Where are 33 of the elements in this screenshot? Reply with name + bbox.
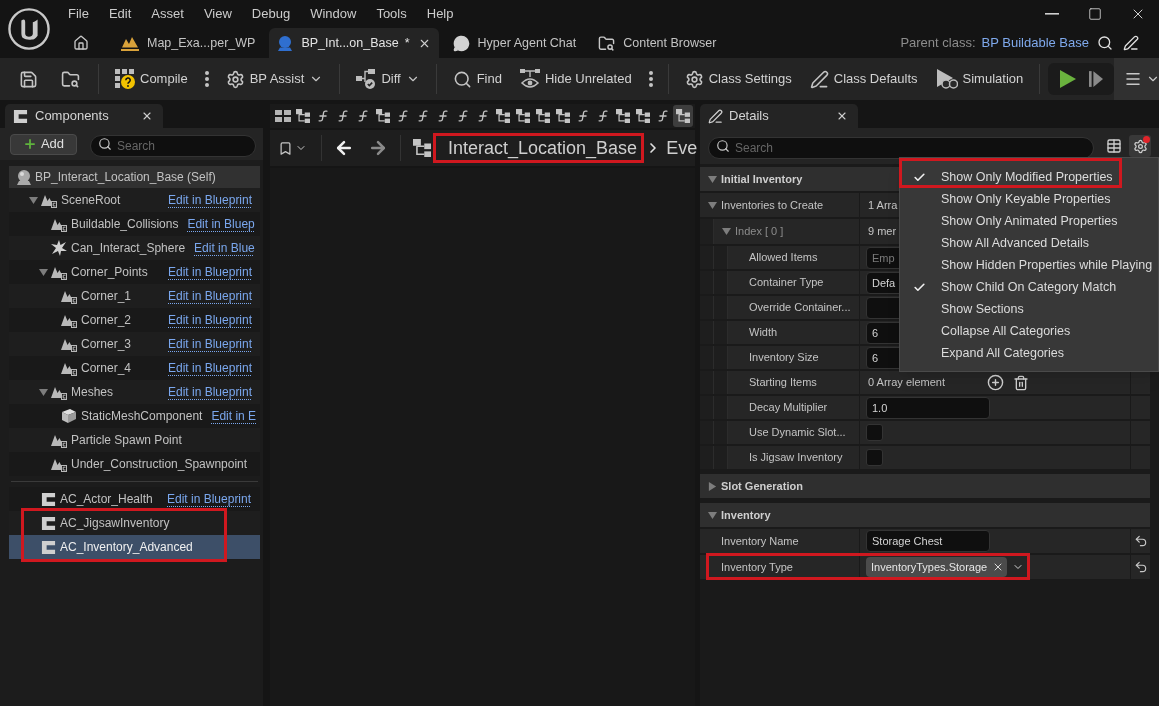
property-label: Starting Items xyxy=(749,375,817,391)
property-label: Inventory Type xyxy=(721,559,793,575)
property-label: Inventory Name xyxy=(721,533,799,549)
component-name: BP_Interact_Location_Base (Self) xyxy=(35,169,216,186)
component-name: Corner_Points xyxy=(71,264,149,281)
component-name: StaticMeshComponent xyxy=(81,408,203,425)
component-name: Particle Spawn Point xyxy=(71,432,182,449)
component-name: Corner_2 xyxy=(81,312,133,329)
component-name: AC_Actor_Health xyxy=(60,491,154,508)
component-name: AC_Inventory_Advanced xyxy=(60,539,193,556)
parent-class-label: Parent class: xyxy=(900,34,976,53)
property-value: 0 Array element xyxy=(868,375,946,391)
property-value: 1 Arra xyxy=(868,197,898,213)
property-label: Inventory Size xyxy=(749,350,819,366)
property-label: Is Jigsaw Inventory xyxy=(749,450,843,466)
component-name: AC_JigsawInventory xyxy=(60,515,170,532)
property-label: Allowed Items xyxy=(749,250,818,266)
component-name: Buildable_Collisions xyxy=(71,216,179,233)
component-name: Corner_1 xyxy=(81,288,133,305)
property-label: Container Type xyxy=(749,275,824,291)
property-label: Decay Multiplier xyxy=(749,400,828,416)
component-name: Meshes xyxy=(71,384,115,401)
property-label: Inventories to Create xyxy=(721,197,824,213)
component-name: Corner_4 xyxy=(81,360,133,377)
property-label: Width xyxy=(749,325,778,341)
property-value: 9 mer xyxy=(868,224,897,240)
property-label: Use Dynamic Slot... xyxy=(749,425,846,441)
component-name: Corner_3 xyxy=(81,336,133,353)
property-label: Override Container... xyxy=(749,300,851,316)
component-name: Can_Interact_Sphere xyxy=(71,240,186,257)
component-name: Under_Construction_Spawnpoint xyxy=(71,456,248,473)
property-label: Index [ 0 ] xyxy=(735,224,784,240)
component-name: SceneRoot xyxy=(61,192,122,209)
